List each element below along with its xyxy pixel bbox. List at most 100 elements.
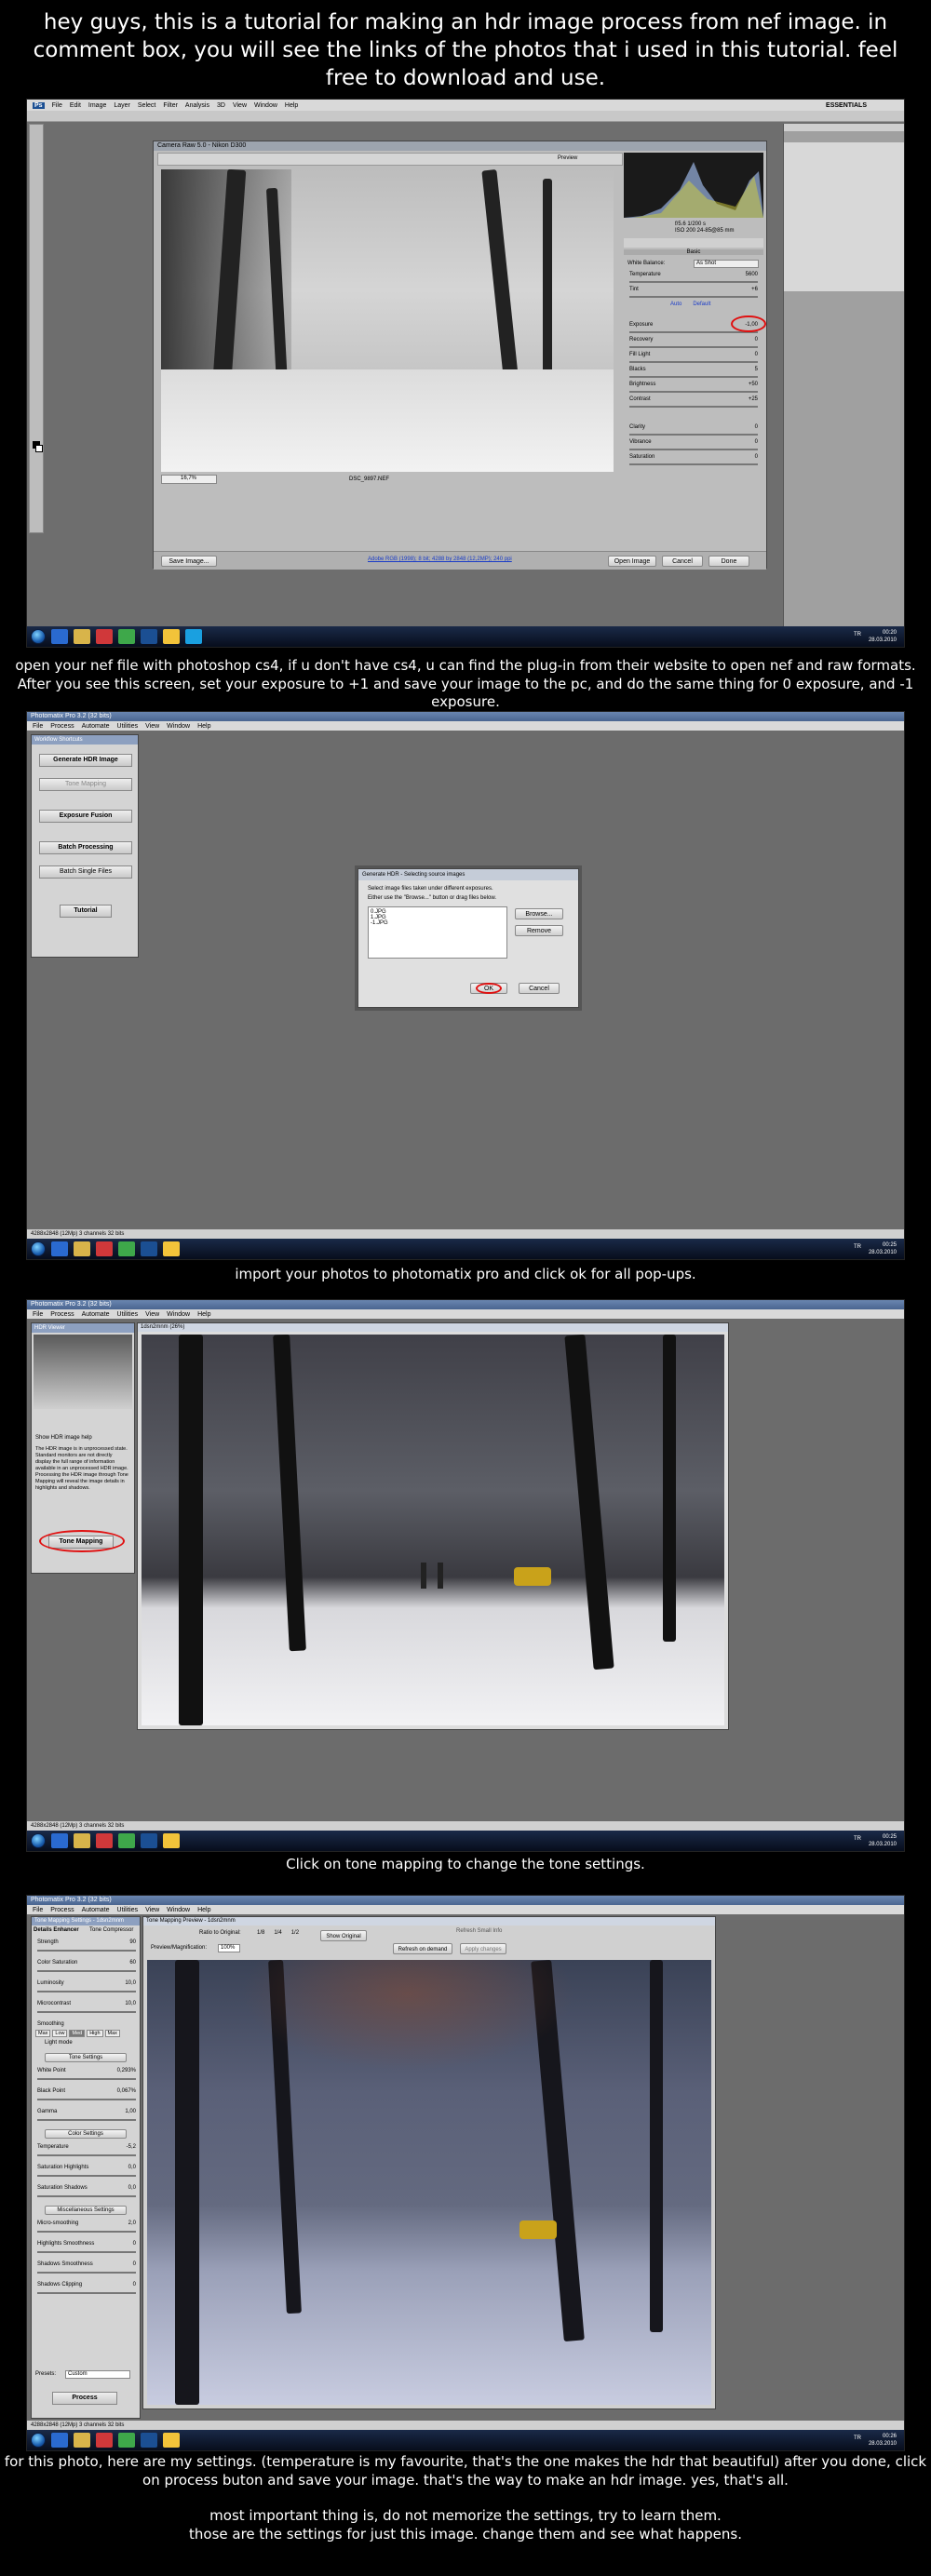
- raw-slider-track[interactable]: [629, 361, 758, 363]
- setting-value[interactable]: 60: [129, 1960, 136, 1968]
- auto-link[interactable]: Auto: [670, 302, 681, 307]
- menu-help[interactable]: Help: [285, 102, 298, 109]
- slider-value[interactable]: +25: [749, 396, 758, 405]
- smoothing-level-button[interactable]: Med: [69, 2030, 86, 2037]
- ie-icon[interactable]: [51, 629, 68, 644]
- tab-tone-compressor[interactable]: Tone Compressor: [89, 1927, 133, 1933]
- menu-view[interactable]: View: [233, 102, 247, 109]
- smoothing-level-button[interactable]: High: [87, 2030, 103, 2037]
- cancel-button[interactable]: Cancel: [519, 983, 560, 994]
- photoshop-icon[interactable]: [141, 629, 157, 644]
- batch-processing-button[interactable]: Batch Processing: [39, 841, 132, 854]
- app-icon[interactable]: [118, 1833, 135, 1848]
- ie-icon[interactable]: [51, 1833, 68, 1848]
- setting-slider[interactable]: [37, 2154, 136, 2156]
- photoshop-icon[interactable]: [141, 1833, 157, 1848]
- raw-slider-track[interactable]: [629, 331, 758, 333]
- setting-value[interactable]: -5,2: [127, 2144, 136, 2153]
- star-icon[interactable]: [163, 629, 180, 644]
- ps-toolbox[interactable]: [29, 124, 44, 533]
- raw-slider-track[interactable]: [629, 376, 758, 378]
- menu-utilities[interactable]: Utilities: [117, 1907, 139, 1913]
- slider-value[interactable]: 0: [755, 439, 758, 448]
- done-button[interactable]: Done: [708, 556, 749, 567]
- setting-value[interactable]: 0: [133, 2282, 136, 2290]
- raw-slider-track[interactable]: [629, 296, 758, 298]
- slider-value[interactable]: 0: [755, 337, 758, 345]
- menu-help[interactable]: Help: [197, 723, 210, 730]
- chrome-icon[interactable]: [96, 1833, 113, 1848]
- remove-button[interactable]: Remove: [515, 925, 563, 936]
- folder-icon[interactable]: [74, 1833, 90, 1848]
- language-indicator[interactable]: TR: [854, 2435, 861, 2441]
- panel-tabs[interactable]: [624, 238, 763, 248]
- setting-slider[interactable]: [37, 2195, 136, 2197]
- light-mode-checkbox[interactable]: Light mode: [45, 2040, 73, 2046]
- start-orb-icon[interactable]: [31, 2433, 46, 2448]
- menu-automate[interactable]: Automate: [82, 1907, 110, 1913]
- raw-slider-track[interactable]: [629, 406, 758, 408]
- setting-value[interactable]: 10,0: [125, 2001, 136, 2009]
- skype-icon[interactable]: [185, 629, 202, 644]
- exposure-fusion-button[interactable]: Exposure Fusion: [39, 810, 132, 823]
- setting-slider[interactable]: [37, 2099, 136, 2100]
- app-icon[interactable]: [118, 2433, 135, 2448]
- slider-value[interactable]: 0: [755, 454, 758, 463]
- menu-utilities[interactable]: Utilities: [117, 1311, 139, 1318]
- setting-value[interactable]: 0,0: [128, 2185, 136, 2194]
- smoothing-level-button[interactable]: Max: [104, 2030, 120, 2037]
- slider-value[interactable]: 5600: [746, 272, 758, 280]
- section-toggle[interactable]: Color Settings: [45, 2129, 127, 2139]
- raw-slider-track[interactable]: [629, 434, 758, 436]
- list-item[interactable]: -1.JPG: [371, 920, 505, 926]
- star-icon[interactable]: [163, 1241, 180, 1256]
- basic-tab[interactable]: Basic: [624, 249, 763, 255]
- chrome-icon[interactable]: [96, 2433, 113, 2448]
- ratio-1-2[interactable]: 1/2: [291, 1930, 299, 1936]
- setting-slider[interactable]: [37, 1950, 136, 1952]
- setting-value[interactable]: 0: [133, 2261, 136, 2270]
- source-files-list[interactable]: 0.JPG 1.JPG -1.JPG: [368, 906, 507, 959]
- language-indicator[interactable]: TR: [854, 1244, 861, 1250]
- workspace-essentials[interactable]: ESSENTIALS: [826, 102, 867, 109]
- menu-process[interactable]: Process: [50, 1311, 74, 1318]
- white-balance-select[interactable]: As Shot: [694, 260, 759, 268]
- setting-value[interactable]: 2,0: [128, 2220, 136, 2229]
- raw-slider-track[interactable]: [629, 449, 758, 450]
- menu-automate[interactable]: Automate: [82, 1311, 110, 1318]
- start-orb-icon[interactable]: [31, 629, 46, 644]
- show-original-button[interactable]: Show Original: [320, 1930, 367, 1941]
- menu-file[interactable]: File: [33, 723, 43, 730]
- setting-value[interactable]: 10,0: [125, 1980, 136, 1989]
- setting-slider[interactable]: [37, 2272, 136, 2274]
- setting-slider[interactable]: [37, 2119, 136, 2121]
- menu-image[interactable]: Image: [88, 102, 106, 109]
- ie-icon[interactable]: [51, 1241, 68, 1256]
- slider-value[interactable]: +50: [749, 382, 758, 390]
- menu-file[interactable]: File: [33, 1311, 43, 1318]
- generate-hdr-button[interactable]: Generate HDR Image: [39, 754, 132, 767]
- raw-slider-track[interactable]: [629, 281, 758, 283]
- default-link[interactable]: Default: [693, 302, 710, 307]
- folder-icon[interactable]: [74, 2433, 90, 2448]
- menu-view[interactable]: View: [145, 1907, 159, 1913]
- smoothing-level-button[interactable]: Low: [52, 2030, 68, 2037]
- language-indicator[interactable]: TR: [854, 1836, 861, 1842]
- chrome-icon[interactable]: [96, 629, 113, 644]
- menu-file[interactable]: File: [52, 102, 62, 109]
- cancel-button[interactable]: Cancel: [662, 556, 703, 567]
- ratio-1-8[interactable]: 1/8: [257, 1930, 264, 1936]
- folder-icon[interactable]: [74, 1241, 90, 1256]
- slider-value[interactable]: +6: [751, 287, 758, 295]
- start-orb-icon[interactable]: [31, 1833, 46, 1848]
- menu-window[interactable]: Window: [254, 102, 277, 109]
- section-toggle[interactable]: Tone Settings: [45, 2053, 127, 2062]
- smoothing-level-button[interactable]: Max: [35, 2030, 51, 2037]
- raw-slider-track[interactable]: [629, 463, 758, 465]
- setting-slider[interactable]: [37, 2231, 136, 2233]
- menu-view[interactable]: View: [145, 723, 159, 730]
- ie-icon[interactable]: [51, 2433, 68, 2448]
- menu-analysis[interactable]: Analysis: [185, 102, 209, 109]
- raw-slider-track[interactable]: [629, 391, 758, 393]
- setting-slider[interactable]: [37, 1970, 136, 1972]
